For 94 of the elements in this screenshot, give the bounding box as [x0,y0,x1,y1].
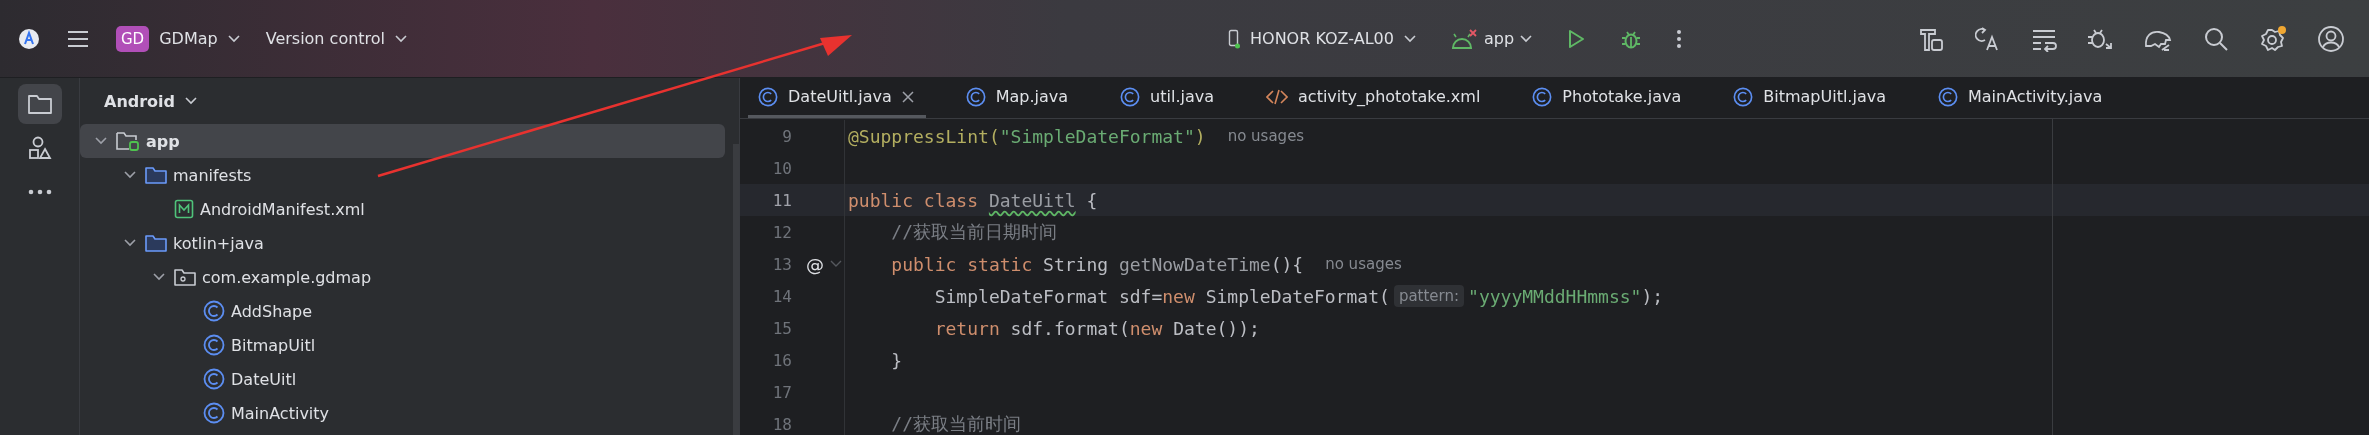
code-text: //获取当前时间 [890,412,1022,435]
class-icon [1937,86,1958,107]
line-number: 13 [771,254,792,274]
tree-row[interactable]: DateUitl [80,362,725,396]
tree-row[interactable]: app [80,124,725,158]
line-number: 9 [781,126,792,146]
close-icon[interactable] [901,90,914,103]
code-text: new [1129,317,1164,339]
code-text: SimpleDateFormat( [1205,285,1390,307]
class-icon [203,402,225,424]
code-text: } [890,349,903,371]
usage-hint[interactable]: no usages [1325,255,1402,273]
code-text: { [1085,189,1098,211]
editor-tab[interactable]: DateUitl.java [748,78,926,118]
code-text: "SimpleDateFormat" [999,125,1195,147]
editor-tab[interactable]: MainActivity.java [1927,78,2135,118]
class-icon [1733,86,1754,107]
class-icon [203,334,225,356]
parameter-hint: pattern: [1393,285,1465,307]
settings-icon[interactable] [2259,24,2287,53]
xml-tag-icon [1266,87,1289,106]
chevron-icon [1403,34,1416,43]
line-number: 11 [771,190,792,210]
code-text: SimpleDateFormat sdf= [933,285,1163,307]
code-text: getNowDateTime [1118,253,1271,275]
code-text: public static [890,253,1034,275]
phone-icon [1228,28,1240,49]
user-icon[interactable] [2317,24,2345,53]
class-icon [203,368,225,390]
folder-icon [145,234,167,252]
module-folder-icon [116,130,140,152]
line-number: 16 [771,350,792,370]
code-text: Date()); [1173,317,1260,339]
tree-row[interactable]: MainActivity [80,396,725,430]
editor-tab[interactable]: Phototake.java [1522,78,1714,118]
tree-row[interactable]: manifests [80,158,725,192]
more-icon[interactable] [1676,27,1683,50]
package-folder-icon [174,268,196,286]
code-text: DateUitl [988,189,1076,211]
tree-row[interactable]: AndroidManifest.xml [80,192,725,226]
project-view-selector[interactable]: Android [104,91,198,111]
line-number: 12 [771,222,792,242]
device-selector[interactable]: HONOR KOZ-AL00 [1228,28,1416,49]
tree-row[interactable]: com.example.gdmap [80,260,725,294]
class-icon [1532,86,1553,107]
code-text: "yyyyMMddHHmmss" [1468,285,1642,307]
code-text: public class [848,189,980,211]
line-number: 14 [771,286,792,306]
chevron-icon [185,97,198,105]
project-selector[interactable]: GD GDMap [116,25,240,52]
code-text: ); [1641,285,1664,307]
class-icon [758,86,778,107]
android-icon [1449,27,1478,50]
editor-tab[interactable]: BitmapUitl.java [1723,78,1918,118]
class-icon [1120,86,1141,107]
run-configuration[interactable]: app [1449,27,1533,50]
class-icon [965,86,986,107]
chevron-icon [395,34,408,43]
chevron-icon [227,34,240,43]
code-text: return [933,317,1001,339]
line-number: 15 [771,318,792,338]
code-text: (){ [1270,253,1304,275]
code-text: sdf.format( [1010,317,1130,339]
menu-icon[interactable] [66,28,90,49]
editor-tab[interactable]: activity_phototake.xml [1256,78,1513,118]
code-text: @SuppressLint( [848,125,1000,147]
project-badge: GD [116,25,150,52]
folder-icon [26,93,53,115]
chevron-icon [1520,34,1533,43]
line-number: 10 [771,158,792,178]
code-text: //获取当前日期时间 [890,220,1058,244]
code-text: new [1162,285,1196,307]
tree-row[interactable]: BitmapUitl [80,328,725,362]
translate-icon[interactable] [1975,25,2001,52]
usage-hint[interactable]: no usages [1227,127,1305,145]
code-text: ) [1194,125,1206,147]
app-logo-icon[interactable] [18,27,40,50]
run-icon[interactable] [1566,27,1587,50]
editor-tab[interactable]: util.java [1110,78,1247,118]
manifest-file-icon [174,199,194,219]
search-icon[interactable] [2203,25,2229,52]
shapes-icon [26,135,53,161]
line-number: 18 [771,414,792,434]
project-tool-button[interactable] [17,84,62,124]
more-icon [26,188,53,196]
editor-tab[interactable]: Map.java [955,78,1101,118]
override-marker[interactable]: @ [806,253,824,275]
line-number: 17 [771,382,792,402]
tree-row[interactable]: kotlin+java [80,226,725,260]
code-text: String [1043,253,1110,275]
version-control-menu[interactable]: Version control [265,29,408,48]
tree-row[interactable]: AddShape [80,294,725,328]
class-icon [203,300,225,322]
folder-icon [145,166,167,184]
